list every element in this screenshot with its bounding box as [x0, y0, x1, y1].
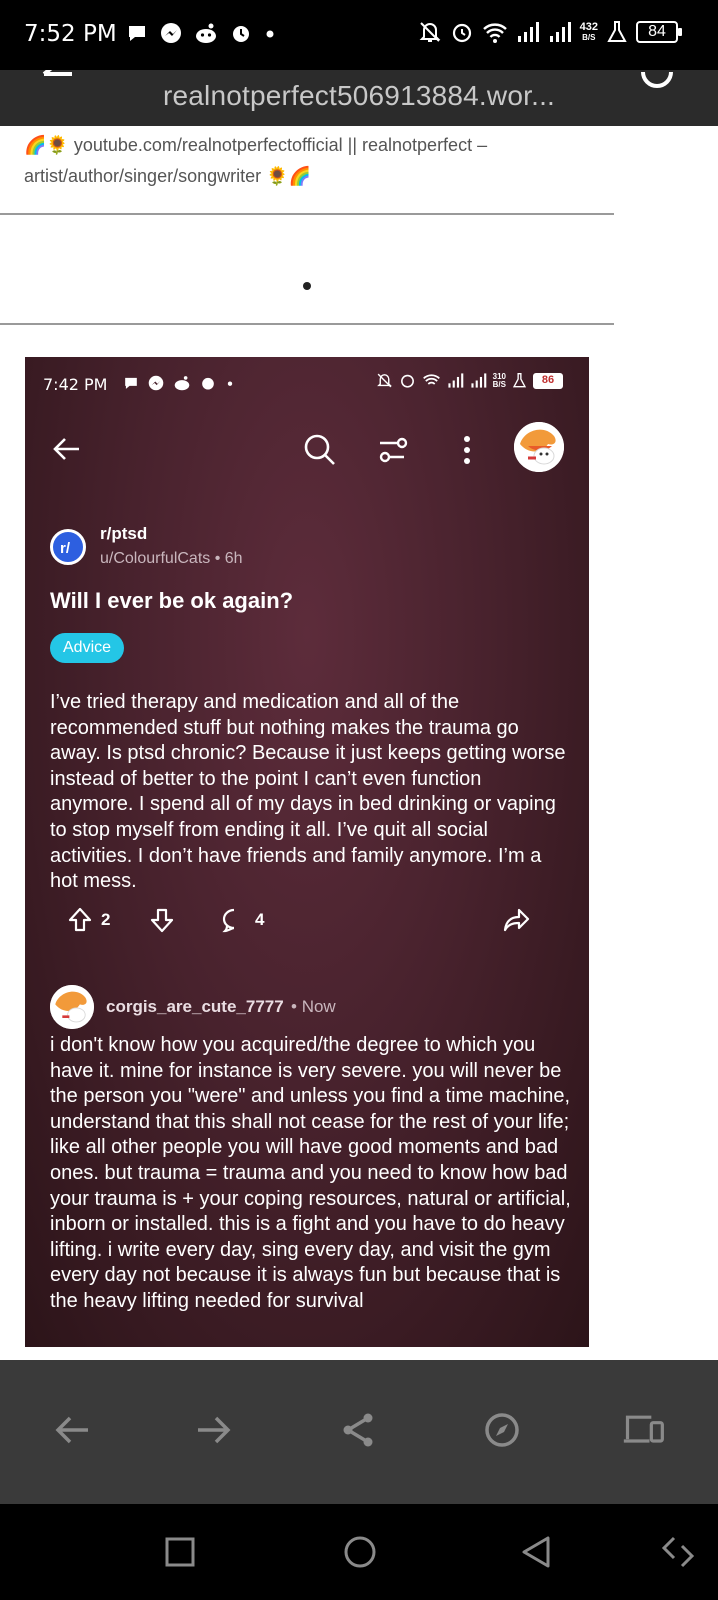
netspeed-indicator: 432 B/S [579, 21, 598, 43]
compass-icon [485, 1413, 519, 1447]
embed-status-bar: 7:42 PM 310 B/S 86 [25, 357, 589, 407]
wifi-icon [482, 23, 507, 43]
subreddit-logo-icon: r/ [60, 540, 71, 557]
flask-icon [512, 373, 527, 388]
post-title: Will I ever be ok again? [50, 588, 294, 613]
chat-bubble-icon [125, 377, 137, 389]
divider [0, 323, 614, 325]
dot-icon [227, 381, 233, 386]
browser-share-button[interactable] [336, 1408, 380, 1452]
author-bio: 🌈🌻 youtube.com/realnotperfectofficial ||… [24, 130, 584, 192]
subreddit-icon[interactable]: r/ [50, 529, 86, 565]
signal-icon [549, 22, 571, 42]
notification-icons [126, 22, 276, 44]
separator-dot [303, 282, 311, 290]
upvote-count: 2 [101, 910, 111, 929]
messenger-icon [148, 375, 164, 391]
comment-username[interactable]: corgis_are_cute_7777 [106, 997, 284, 1017]
mute-bell-icon [376, 373, 392, 388]
search-icon[interactable] [303, 433, 337, 467]
commenter-avatar[interactable] [50, 985, 94, 1029]
url-text[interactable]: realnotperfect506913884.wor... [0, 80, 718, 112]
upvote-group: 2 [67, 907, 110, 933]
dot-icon [266, 30, 274, 38]
home-button[interactable] [338, 1530, 382, 1574]
browser-back-button[interactable] [50, 1408, 94, 1452]
signal-icon [517, 22, 539, 42]
reddit-icon [174, 376, 190, 391]
arrow-right-icon [198, 1416, 231, 1444]
post-meta: u/ColourfulCats • 6h [100, 550, 243, 567]
browser-bottom-bar [0, 1360, 718, 1504]
status-bar: 7:52 PM 432 B/S 84 [0, 0, 718, 70]
downvote-icon[interactable] [149, 907, 175, 933]
upvote-icon[interactable] [67, 907, 93, 933]
browser-url-bar: realnotperfect506913884.wor... [0, 70, 718, 126]
post-body: I’ve tried therapy and medication and al… [50, 691, 566, 893]
post-actions: 2 4 [25, 907, 589, 943]
alarm-icon [233, 26, 249, 42]
alarm-icon [400, 374, 414, 388]
back-button[interactable] [514, 1530, 558, 1574]
recent-apps-button[interactable] [158, 1530, 202, 1574]
reddit-icon [196, 23, 216, 43]
more-options-icon[interactable] [460, 433, 474, 467]
system-icons: 432 B/S 84 [418, 20, 682, 44]
android-nav-bar [0, 1504, 718, 1600]
alarm-icon [452, 23, 471, 43]
flask-icon [607, 21, 627, 42]
square-icon [165, 1537, 195, 1567]
avatar-image [514, 422, 564, 472]
subreddit-name[interactable]: r/ptsd [100, 524, 147, 544]
netspeed-indicator: 310 B/S [492, 371, 506, 389]
triangle-back-icon [522, 1536, 550, 1568]
status-time: 7:52 PM [24, 21, 117, 47]
embed-status-time: 7:42 PM [43, 375, 108, 394]
battery-indicator: 86 [533, 372, 563, 389]
embed-notification-icons [123, 375, 235, 391]
chat-bubble-icon [129, 26, 145, 41]
wifi-icon [422, 374, 440, 385]
comments-group[interactable]: 4 [221, 907, 264, 933]
svg-text:r/: r/ [60, 540, 71, 557]
devices-icon [623, 1415, 664, 1443]
reload-icon[interactable] [640, 70, 674, 92]
mute-bell-icon [419, 22, 441, 42]
post-age: 6h [224, 550, 243, 567]
comment-body: i don't know how you acquired/the degree… [50, 1034, 571, 1312]
filter-icon[interactable] [377, 433, 411, 467]
share-icon[interactable] [503, 907, 531, 933]
embedded-screenshot: 7:42 PM 310 B/S 86 r/ r/ptsd u/Colourful… [25, 357, 589, 1347]
comment-icon [222, 908, 235, 933]
signal-icon [448, 373, 463, 388]
post-flair[interactable]: Advice [50, 633, 125, 663]
rotate-button[interactable] [656, 1530, 700, 1574]
reddit-toolbar [25, 417, 589, 481]
rotate-icon [661, 1536, 695, 1568]
comment-count: 4 [255, 910, 265, 929]
divider [0, 213, 614, 215]
post-author[interactable]: u/ColourfulCats [100, 550, 210, 567]
browser-explore-button[interactable] [480, 1408, 524, 1452]
share-nodes-icon [343, 1413, 373, 1447]
back-arrow-icon[interactable] [51, 433, 83, 465]
comment-time: • Now [291, 997, 336, 1016]
circle-icon [344, 1536, 376, 1568]
bio-line-2: artist/author/singer/songwriter 🌻🌈 [24, 166, 311, 186]
alarm-icon [202, 377, 214, 390]
embed-system-icons: 310 B/S 86 [376, 372, 563, 389]
bio-line-1: 🌈🌻 youtube.com/realnotperfectofficial ||… [24, 135, 488, 155]
browser-forward-button[interactable] [192, 1408, 236, 1452]
signal-icon [471, 373, 486, 388]
arrow-left-icon [55, 1416, 88, 1444]
avatar-image [50, 985, 94, 1029]
browser-devices-button[interactable] [622, 1408, 666, 1452]
battery-indicator: 84 [636, 21, 682, 43]
user-avatar[interactable] [514, 422, 564, 472]
messenger-icon [161, 23, 181, 43]
